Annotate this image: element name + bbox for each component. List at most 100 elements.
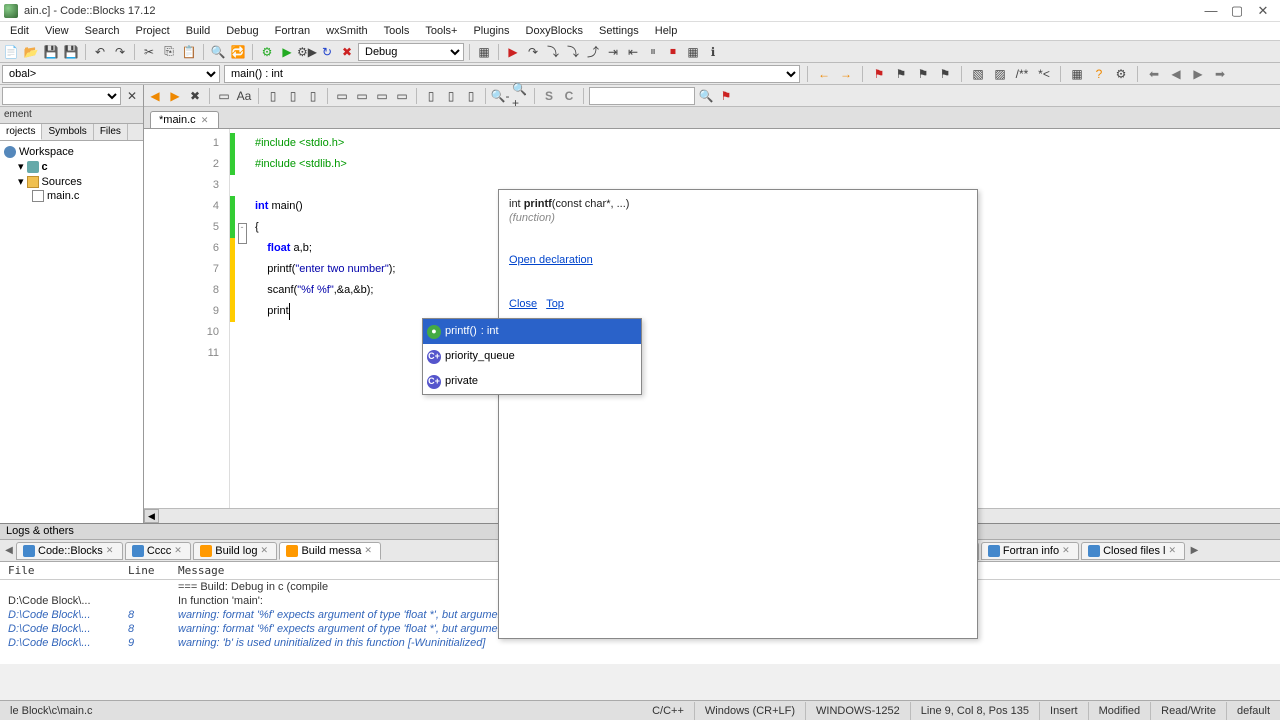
log-tab-close-icon[interactable]: ✕ (174, 545, 184, 556)
menu-build[interactable]: Build (178, 23, 218, 39)
abort-icon[interactable]: ✖ (338, 43, 356, 61)
menu-edit[interactable]: Edit (2, 23, 37, 39)
menu-plugins[interactable]: Plugins (465, 23, 517, 39)
prev-bookmark-icon[interactable]: ⚑ (892, 65, 910, 83)
jump-next-icon[interactable]: ▶ (1189, 65, 1207, 83)
debug-windows-icon[interactable]: ▦ (684, 43, 702, 61)
break-debug-icon[interactable]: ⏸ (644, 43, 662, 61)
build-target-combo[interactable]: Debug (358, 43, 464, 61)
log-tab-buildlog[interactable]: Build log✕ (193, 542, 277, 560)
menu-project[interactable]: Project (127, 23, 177, 39)
step-into-icon[interactable]: ⤵ (564, 43, 582, 61)
minimize-button[interactable]: — (1198, 2, 1224, 20)
status-profile[interactable]: default (1227, 702, 1280, 720)
autocomplete-item[interactable]: ●printf(): int (423, 319, 641, 344)
next-line-icon[interactable]: ⤵ (544, 43, 562, 61)
autocomplete-item[interactable]: C+private (423, 369, 641, 394)
s-icon[interactable]: S (540, 87, 558, 105)
undo-icon[interactable]: ↶ (91, 43, 109, 61)
col-file[interactable]: File (0, 562, 120, 580)
status-ins[interactable]: Insert (1040, 702, 1089, 720)
status-eol[interactable]: Windows (CR+LF) (695, 702, 806, 720)
status-enc[interactable]: WINDOWS-1252 (806, 702, 911, 720)
doxy2-icon[interactable]: ▨ (991, 65, 1009, 83)
menu-fortran[interactable]: Fortran (267, 23, 318, 39)
cmt-icon4[interactable]: ▭ (393, 87, 411, 105)
log-tab-buildmessa[interactable]: Build messa✕ (279, 542, 381, 560)
doxy1-icon[interactable]: ▧ (969, 65, 987, 83)
menu-wxsmith[interactable]: wxSmith (318, 23, 376, 39)
tabs-scroll-left-icon[interactable]: ◀ (2, 545, 16, 556)
hl-next-icon[interactable]: ▶ (166, 87, 184, 105)
log-tab-close-icon[interactable]: ✕ (260, 545, 270, 556)
block-icon2[interactable]: ▯ (284, 87, 302, 105)
log-tab-codeblocks[interactable]: Code::Blocks✕ (16, 542, 123, 560)
tab-files[interactable]: Files (94, 124, 128, 140)
block-icon3[interactable]: ▯ (304, 87, 322, 105)
cmt-icon1[interactable]: ▭ (333, 87, 351, 105)
autocomplete-popup[interactable]: ●printf(): intC+priority_queueC+private (422, 318, 642, 395)
nav-back-icon[interactable]: ← (815, 65, 833, 83)
rebuild-icon[interactable]: ↻ (318, 43, 336, 61)
box-icon1[interactable]: ▯ (422, 87, 440, 105)
replace-icon[interactable]: 🔁 (229, 43, 247, 61)
save-all-icon[interactable]: 💾 (62, 43, 80, 61)
menu-settings[interactable]: Settings (591, 23, 647, 39)
scroll-left-icon[interactable]: ◀ (144, 509, 159, 523)
run-to-cursor-icon[interactable]: ↷ (524, 43, 542, 61)
step-out-icon[interactable]: ⤴ (584, 43, 602, 61)
stop-debug-icon[interactable]: ⏹ (664, 43, 682, 61)
box-icon3[interactable]: ▯ (462, 87, 480, 105)
function-combo[interactable]: main() : int (224, 65, 800, 83)
paste-icon[interactable]: 📋 (180, 43, 198, 61)
jump-back-icon[interactable]: ⬅ (1145, 65, 1163, 83)
editor-tab-main[interactable]: *main.c ✕ (150, 111, 219, 128)
next-bookmark-icon[interactable]: ⚑ (914, 65, 932, 83)
panel-close-icon[interactable]: ✕ (123, 87, 141, 105)
build-run-icon[interactable]: ⚙▶ (298, 43, 316, 61)
toggle-something-icon[interactable]: ▦ (475, 43, 493, 61)
doxy-comment-icon[interactable]: /** (1013, 65, 1031, 83)
search-go-icon[interactable]: 🔍 (697, 87, 715, 105)
redo-icon[interactable]: ↷ (111, 43, 129, 61)
log-tab-fortraninfo[interactable]: Fortran info✕ (981, 542, 1079, 560)
box-icon2[interactable]: ▯ (442, 87, 460, 105)
step-instr-icon[interactable]: ⇤ (624, 43, 642, 61)
left-combo[interactable] (2, 87, 121, 105)
tree-project[interactable]: ▾ c (4, 159, 139, 174)
tree-workspace[interactable]: Workspace (4, 145, 139, 159)
c-icon[interactable]: C (560, 87, 578, 105)
hl-prev-icon[interactable]: ◀ (146, 87, 164, 105)
tab-symbols[interactable]: Symbols (42, 124, 93, 140)
incremental-search-input[interactable] (589, 87, 695, 105)
save-icon[interactable]: 💾 (42, 43, 60, 61)
log-tab-closedfilesl[interactable]: Closed files l✕ (1081, 542, 1185, 560)
jump-last-icon[interactable]: ◀ (1167, 65, 1185, 83)
menu-help[interactable]: Help (647, 23, 686, 39)
tab-close-icon[interactable]: ✕ (200, 115, 210, 125)
log-tab-close-icon[interactable]: ✕ (364, 545, 374, 556)
next-instr-icon[interactable]: ⇥ (604, 43, 622, 61)
clear-bookmark-icon[interactable]: ⚑ (936, 65, 954, 83)
bookmark-icon[interactable]: ⚑ (870, 65, 888, 83)
find-icon[interactable]: 🔍 (209, 43, 227, 61)
hl-clear-icon[interactable]: ✖ (186, 87, 204, 105)
log-tab-close-icon[interactable]: ✕ (1062, 545, 1072, 556)
sel-icon[interactable]: ▭ (215, 87, 233, 105)
menu-debug[interactable]: Debug (218, 23, 266, 39)
tooltip-open-decl[interactable]: Open declaration (509, 254, 961, 266)
close-button[interactable]: ✕ (1250, 2, 1276, 20)
tree-file[interactable]: main.c (4, 189, 139, 203)
info-icon[interactable]: ℹ (704, 43, 722, 61)
toggle-icon[interactable]: Aa (235, 87, 253, 105)
cmt-icon2[interactable]: ▭ (353, 87, 371, 105)
menu-tools[interactable]: Tools+ (417, 23, 465, 39)
tree-sources[interactable]: ▾ Sources (4, 174, 139, 189)
menu-search[interactable]: Search (77, 23, 128, 39)
build-icon[interactable]: ⚙ (258, 43, 276, 61)
zoom-in-icon[interactable]: 🔍+ (511, 87, 529, 105)
tab-projects[interactable]: rojects (0, 124, 42, 140)
autocomplete-item[interactable]: C+priority_queue (423, 344, 641, 369)
copy-icon[interactable]: ⎘ (160, 43, 178, 61)
cmt-icon3[interactable]: ▭ (373, 87, 391, 105)
